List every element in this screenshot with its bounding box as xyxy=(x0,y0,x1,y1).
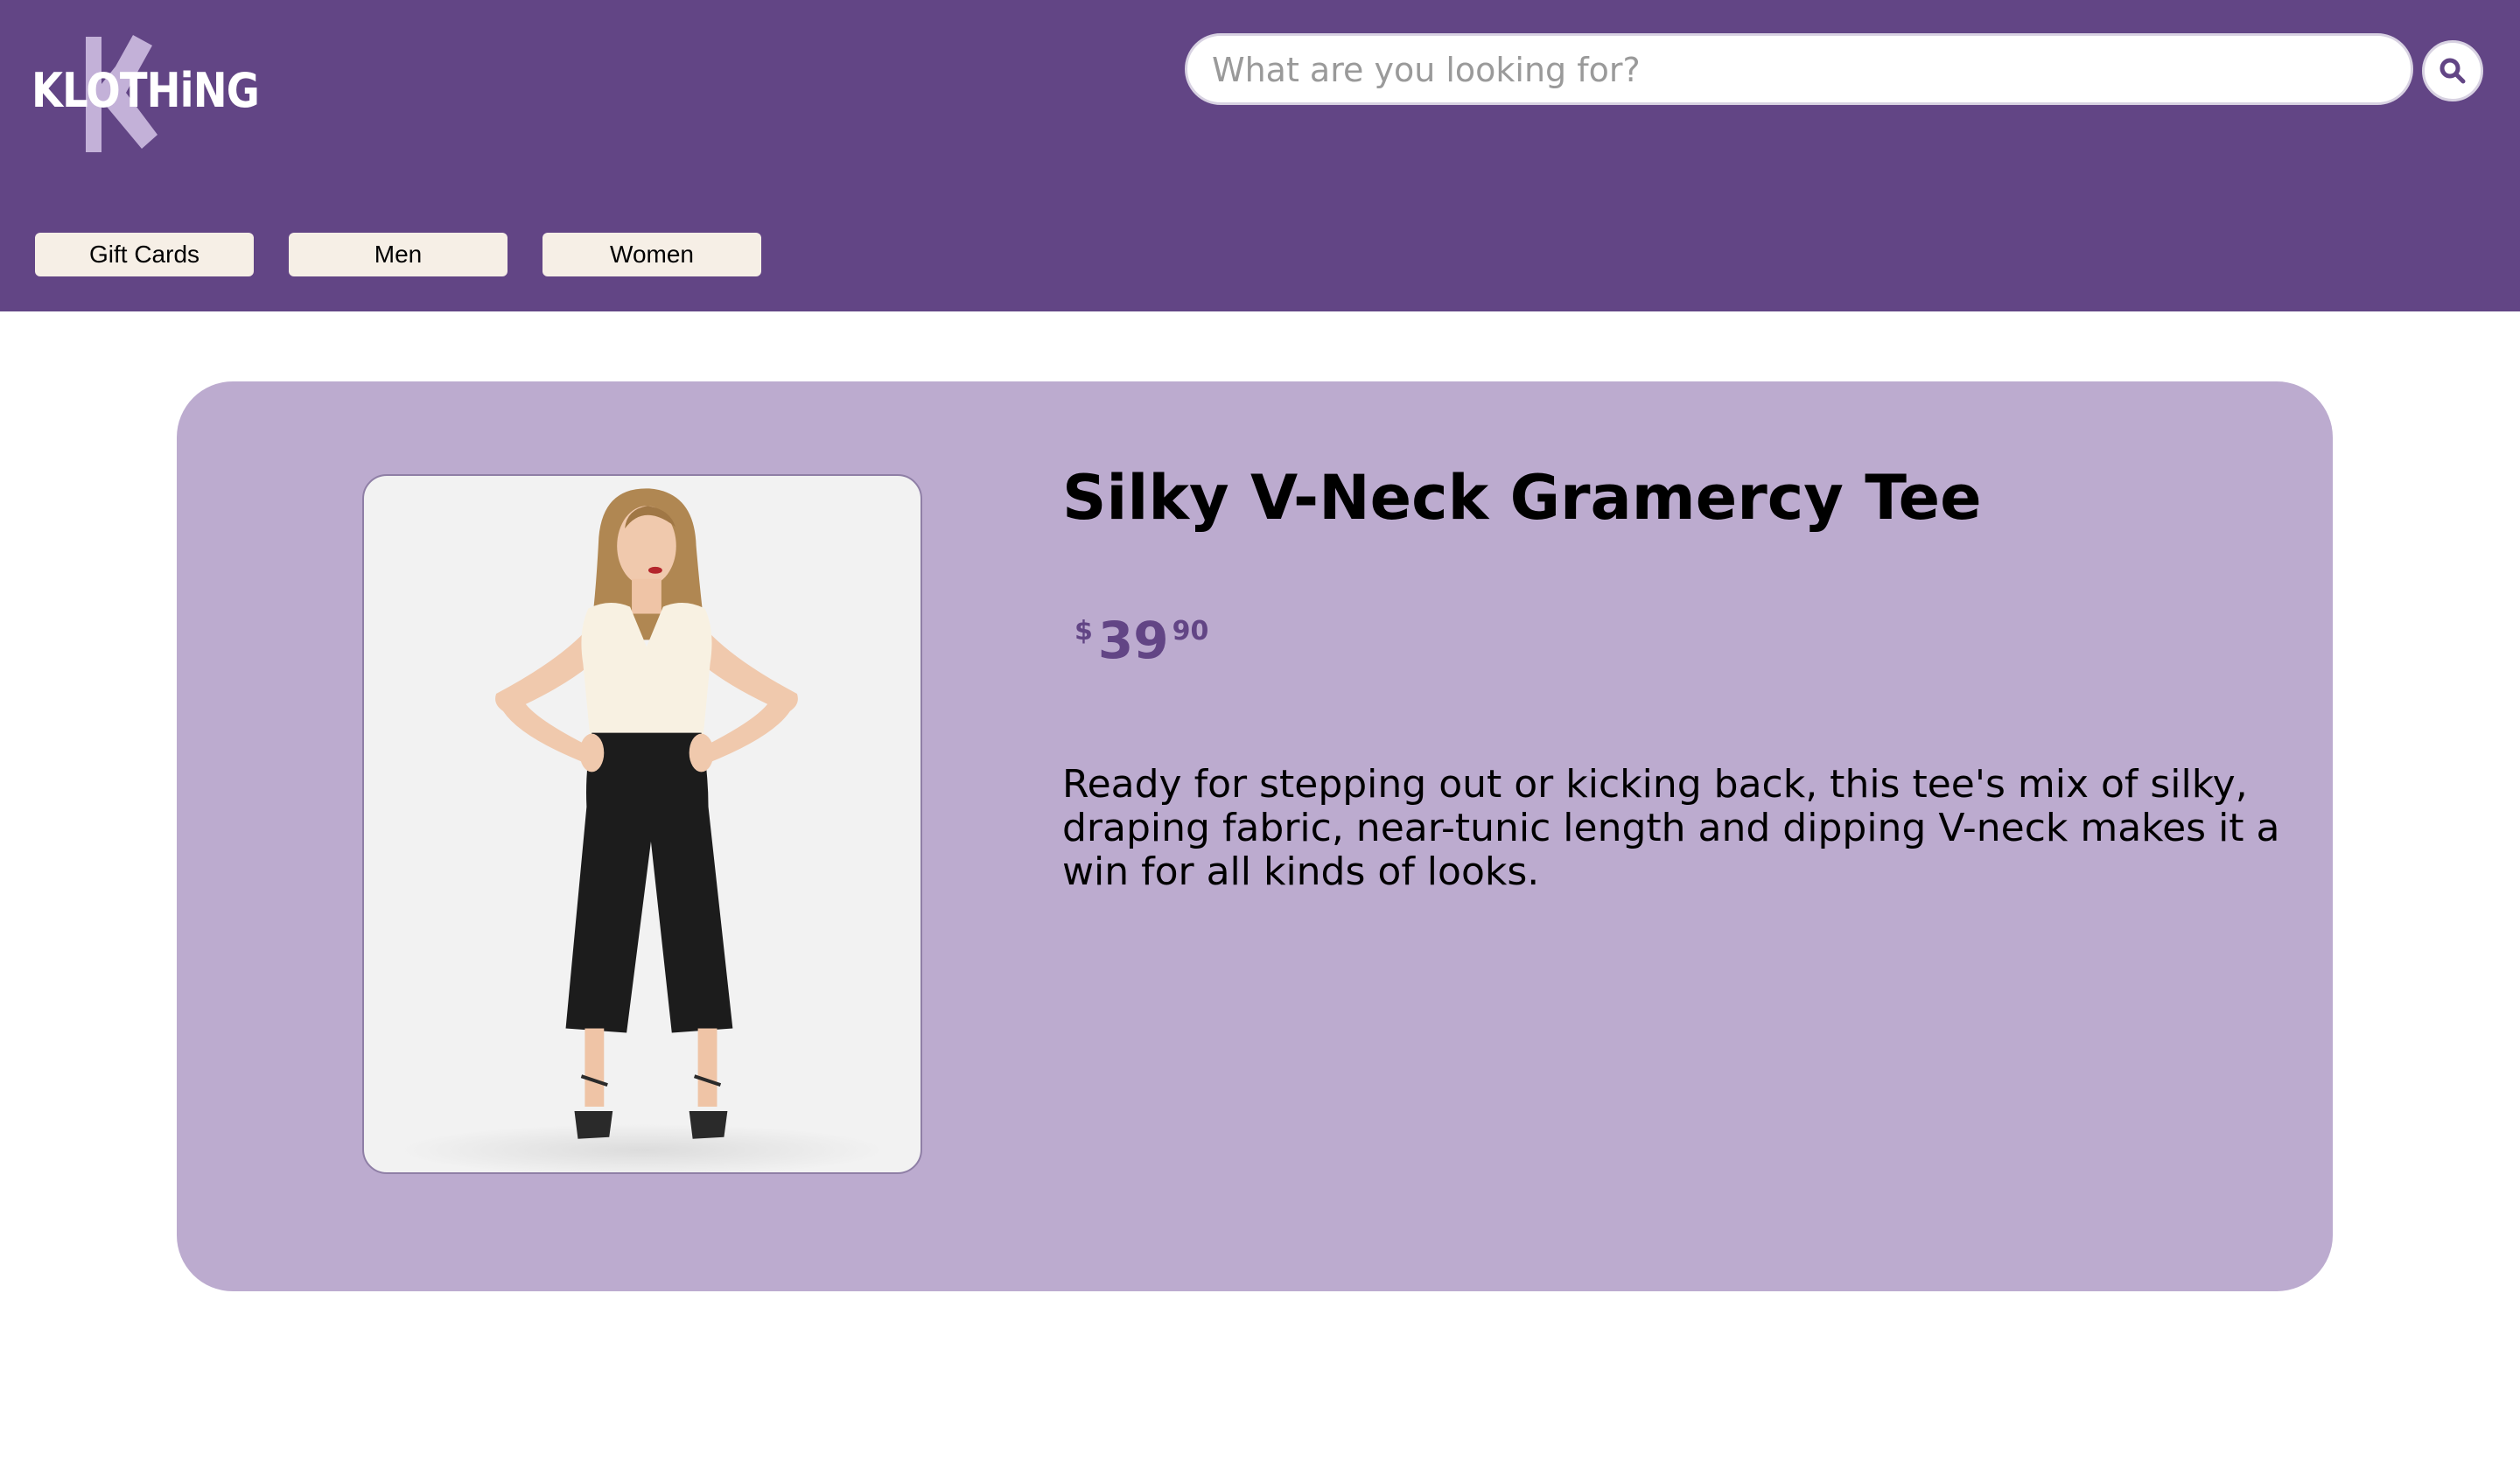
search-bar[interactable] xyxy=(1185,33,2413,105)
search-button[interactable] xyxy=(2422,40,2483,101)
product-price: $39 90 xyxy=(1074,611,1208,670)
product-description: Ready for stepping out or kicking back, … xyxy=(1062,762,2280,894)
brand-wordmark: KLOTHiNG xyxy=(32,63,260,118)
nav-women-label: Women xyxy=(610,241,694,268)
search-icon xyxy=(2440,58,2466,84)
price-currency: $ xyxy=(1074,616,1093,647)
model-illustration xyxy=(398,488,886,1172)
site-header: KLOTHiNG Gift Cards Men Women xyxy=(0,0,2520,311)
price-dollars: 39 xyxy=(1097,611,1169,670)
nav-gift-cards-label: Gift Cards xyxy=(88,241,200,268)
price-cents: 90 xyxy=(1172,616,1209,647)
product-title: Silky V-Neck Gramercy Tee xyxy=(1062,462,1982,534)
nav-men-button[interactable]: Men xyxy=(289,233,508,276)
search-input[interactable] xyxy=(1210,36,2386,104)
nav-women-button[interactable]: Women xyxy=(542,233,761,276)
nav-gift-cards-button[interactable]: Gift Cards xyxy=(35,233,254,276)
product-photo[interactable] xyxy=(362,474,922,1174)
nav-men-label: Men xyxy=(374,241,423,268)
product-card: Silky V-Neck Gramercy Tee $39 90 Ready fo… xyxy=(177,381,2333,1291)
brand-logo[interactable]: KLOTHiNG xyxy=(32,31,260,157)
